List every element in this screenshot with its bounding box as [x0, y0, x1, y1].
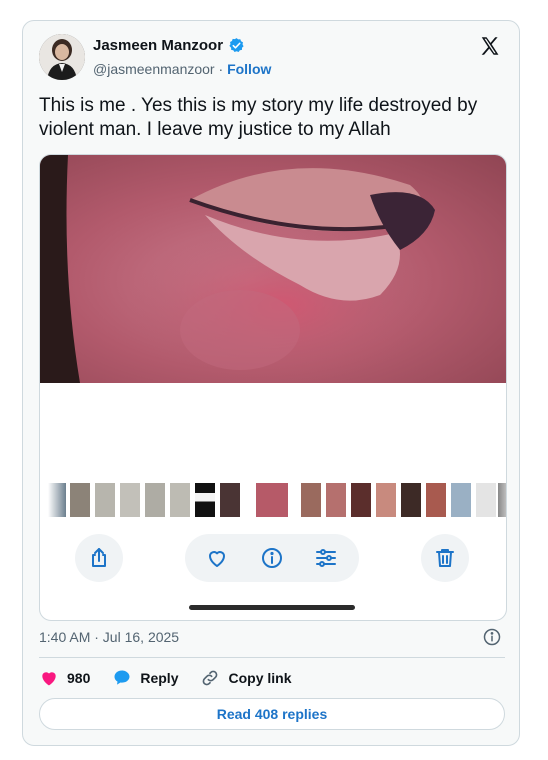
thumbnail[interactable]: [426, 483, 446, 517]
thumbnail[interactable]: [351, 483, 371, 517]
thumbnail[interactable]: [95, 483, 115, 517]
author-handle-row: @jasmeenmanzoor · Follow: [93, 61, 271, 77]
tweet-text: This is me . Yes this is my story my lif…: [39, 95, 478, 140]
heart-filled-icon: [42, 672, 56, 686]
thumbnail[interactable]: [498, 483, 506, 517]
reply-button[interactable]: Reply: [112, 668, 178, 688]
share-icon: [92, 548, 106, 567]
info-icon[interactable]: [260, 546, 284, 570]
sliders-icon[interactable]: [314, 546, 338, 570]
thumbnail-strip[interactable]: [48, 483, 506, 517]
link-icon: [203, 670, 218, 686]
tweet-timestamp[interactable]: 1:40 AM · Jul 16, 2025: [39, 629, 179, 645]
thumbnail[interactable]: [120, 483, 140, 517]
photo-actions-group: [185, 534, 359, 582]
delete-button[interactable]: [421, 534, 469, 582]
thumbnail[interactable]: [220, 483, 240, 517]
separator-dot: ·: [218, 61, 224, 77]
thumbnail[interactable]: [401, 483, 421, 517]
thumbnail[interactable]: [256, 483, 288, 517]
thumbnail[interactable]: [145, 483, 165, 517]
thumbnail[interactable]: [301, 483, 321, 517]
verified-badge-icon: [229, 38, 244, 53]
divider: [39, 657, 505, 658]
like-button[interactable]: 980: [39, 668, 90, 688]
copy-link-button[interactable]: Copy link: [200, 668, 292, 688]
copy-link-label: Copy link: [228, 670, 292, 686]
heart-icon[interactable]: [205, 546, 229, 570]
thumbnail[interactable]: [376, 483, 396, 517]
like-count: 980: [67, 670, 91, 686]
reply-bubble-icon: [114, 670, 130, 685]
engagement-bar: 980 Reply Copy link: [39, 667, 314, 689]
follow-link[interactable]: Follow: [227, 61, 271, 77]
thumbnail[interactable]: [451, 483, 471, 517]
tweet-card: Jasmeen Manzoor @jasmeenmanzoor · Follow…: [22, 20, 520, 746]
thumbnail[interactable]: [195, 483, 215, 517]
home-indicator-bar: [189, 605, 355, 610]
avatar[interactable]: [39, 34, 85, 80]
photo-image[interactable]: [40, 155, 506, 383]
thumbnail[interactable]: [48, 483, 66, 517]
author-handle[interactable]: @jasmeenmanzoor: [93, 61, 215, 77]
reply-label: Reply: [140, 670, 179, 686]
thumbnail[interactable]: [170, 483, 190, 517]
read-replies-button[interactable]: Read 408 replies: [39, 698, 505, 730]
author-name-row: Jasmeen Manzoor: [93, 37, 245, 54]
thumbnail[interactable]: [70, 483, 90, 517]
share-button[interactable]: [75, 534, 123, 582]
thumbnail[interactable]: [326, 483, 346, 517]
media-screenshot[interactable]: [39, 154, 507, 621]
thumbnail[interactable]: [476, 483, 496, 517]
trash-icon: [436, 549, 454, 567]
x-logo-icon[interactable]: [479, 35, 501, 57]
info-icon[interactable]: [483, 628, 501, 646]
author-name[interactable]: Jasmeen Manzoor: [93, 37, 223, 54]
